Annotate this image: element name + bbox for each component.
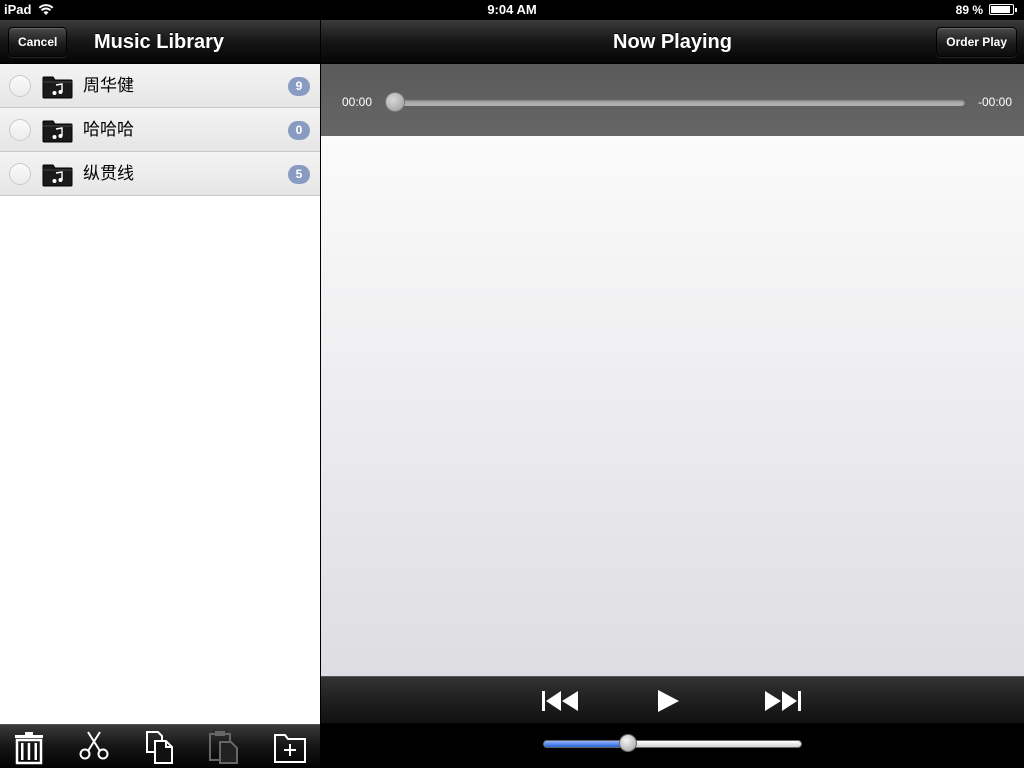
progress-track[interactable]: [393, 99, 965, 106]
count-badge: 5: [288, 165, 310, 184]
new-folder-icon[interactable]: [272, 729, 308, 765]
paste-icon[interactable]: [206, 729, 242, 765]
status-bar: iPad 9:04 AM 89 %: [0, 0, 1024, 20]
battery-percent: 89 %: [955, 3, 983, 17]
volume-bar: [321, 723, 1024, 768]
now-playing-content: [321, 136, 1024, 676]
battery-icon: [989, 4, 1017, 15]
list-item[interactable]: 哈哈哈 0: [0, 108, 320, 152]
list-item[interactable]: 纵贯线 5: [0, 152, 320, 196]
order-play-button[interactable]: Order Play: [936, 27, 1017, 57]
count-badge: 0: [288, 121, 310, 140]
library-list: 周华健 9 哈哈哈 0 纵贯线 5: [0, 64, 320, 724]
remaining-time: -00:00: [977, 95, 1012, 109]
play-icon[interactable]: [656, 689, 680, 713]
list-item-label: 纵贯线: [83, 164, 134, 183]
volume-fill: [544, 741, 629, 747]
progress-area: 00:00 -00:00: [321, 64, 1024, 136]
now-playing-title: Now Playing: [613, 31, 732, 53]
list-item[interactable]: 周华健 9: [0, 64, 320, 108]
select-radio[interactable]: [9, 75, 31, 97]
status-time: 9:04 AM: [487, 2, 537, 17]
select-radio[interactable]: [9, 119, 31, 141]
select-radio[interactable]: [9, 163, 31, 185]
copy-icon[interactable]: [142, 729, 178, 765]
list-item-label: 周华健: [83, 76, 134, 95]
volume-thumb[interactable]: [619, 734, 638, 752]
library-title: Music Library: [94, 31, 225, 53]
library-nav-bar: Cancel Music Library: [0, 20, 320, 64]
cancel-button[interactable]: Cancel: [8, 27, 68, 57]
music-folder-icon: [42, 76, 73, 99]
playback-controls: [321, 676, 1024, 723]
list-item-label: 哈哈哈: [83, 120, 134, 139]
next-track-icon[interactable]: [764, 689, 802, 713]
cut-icon[interactable]: [76, 729, 112, 765]
elapsed-time: 00:00: [342, 95, 373, 109]
music-folder-icon: [42, 120, 73, 143]
count-badge: 9: [288, 77, 310, 96]
library-toolbar: [0, 724, 320, 768]
progress-thumb[interactable]: [385, 92, 405, 112]
previous-track-icon[interactable]: [541, 689, 579, 713]
trash-icon[interactable]: [11, 729, 47, 765]
now-playing-nav-bar: Now Playing Order Play: [321, 20, 1024, 64]
volume-track[interactable]: [543, 740, 802, 748]
music-folder-icon: [42, 164, 73, 187]
